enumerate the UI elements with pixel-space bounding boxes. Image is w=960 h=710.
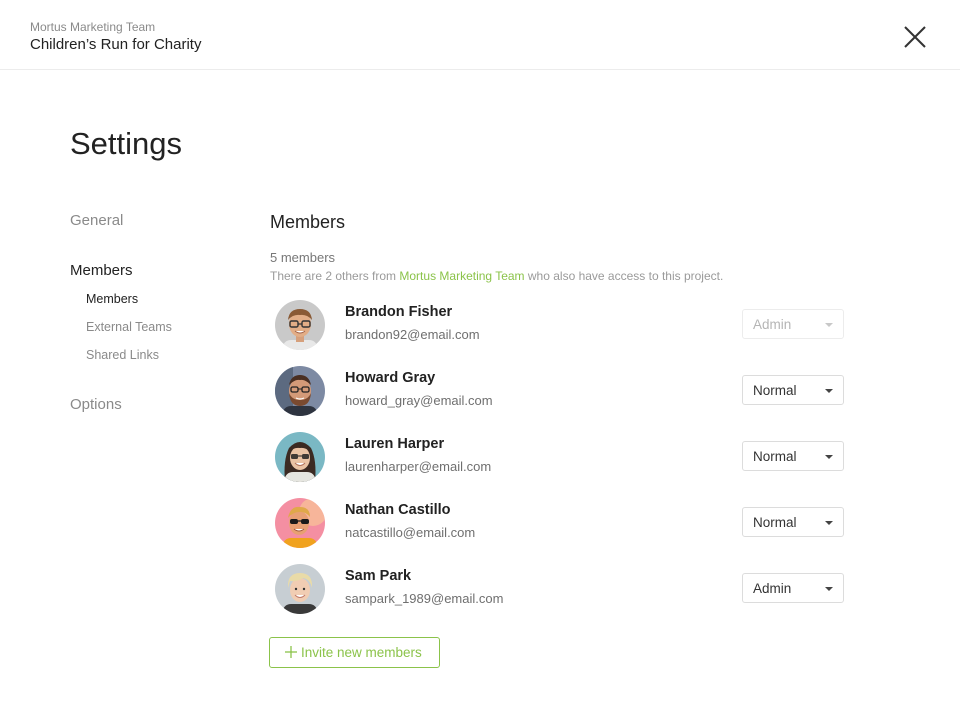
member-name: Lauren Harper — [345, 436, 445, 452]
chevron-down-icon — [825, 389, 833, 393]
avatar — [275, 432, 325, 482]
nav-subitem-members[interactable]: Members — [86, 292, 138, 306]
plus-icon — [285, 646, 297, 658]
access-note: There are 2 others from Mortus Marketing… — [270, 269, 723, 283]
member-row: Nathan Castillo natcastillo@email.com No… — [270, 498, 850, 554]
invite-label: Invite new members — [301, 645, 422, 660]
page-title: Settings — [70, 126, 183, 161]
chevron-down-icon — [825, 455, 833, 459]
role-select[interactable]: Admin — [742, 573, 844, 603]
member-name: Howard Gray — [345, 370, 436, 386]
role-select[interactable]: Normal — [742, 441, 844, 471]
team-link[interactable]: Mortus Marketing Team — [399, 269, 524, 283]
top-bar: Mortus Marketing Team Children’s Run for… — [0, 0, 960, 70]
member-email: brandon92@email.com — [345, 327, 480, 342]
member-name: Brandon Fisher — [345, 304, 453, 320]
member-name: Sam Park — [345, 568, 412, 584]
member-row: Brandon Fisher brandon92@email.com Admin — [270, 300, 850, 356]
nav-subitem-external-teams[interactable]: External Teams — [86, 320, 172, 334]
role-select[interactable]: Normal — [742, 507, 844, 537]
member-name: Nathan Castillo — [345, 502, 451, 518]
role-select[interactable]: Normal — [742, 375, 844, 405]
member-count: 5 members — [270, 250, 336, 265]
member-email: natcastillo@email.com — [345, 525, 476, 540]
project-name: Children’s Run for Charity — [30, 36, 202, 53]
access-note-prefix: There are 2 others from — [270, 269, 400, 283]
member-email: sampark_1989@email.com — [345, 591, 504, 606]
chevron-down-icon — [825, 323, 833, 327]
member-row: Lauren Harper laurenharper@email.com Nor… — [270, 432, 850, 488]
role-label: Normal — [753, 515, 797, 530]
role-label: Normal — [753, 449, 797, 464]
team-name: Mortus Marketing Team — [30, 20, 156, 34]
access-note-suffix: who also have access to this project. — [524, 269, 724, 283]
role-label: Admin — [753, 317, 792, 332]
invite-members-button[interactable]: Invite new members — [269, 637, 440, 668]
section-title: Members — [270, 212, 346, 232]
member-row: Sam Park sampark_1989@email.com Admin — [270, 564, 850, 620]
close-button[interactable] — [900, 22, 930, 52]
avatar — [275, 300, 325, 350]
role-select: Admin — [742, 309, 844, 339]
chevron-down-icon — [825, 587, 833, 591]
role-label: Admin — [753, 581, 792, 596]
avatar — [275, 498, 325, 548]
nav-item-options[interactable]: Options — [70, 396, 122, 413]
nav-item-general[interactable]: General — [70, 212, 123, 229]
avatar — [275, 564, 325, 614]
nav-subitem-shared-links[interactable]: Shared Links — [86, 348, 159, 362]
nav-item-members[interactable]: Members — [70, 262, 133, 279]
member-email: laurenharper@email.com — [345, 459, 492, 474]
chevron-down-icon — [825, 521, 833, 525]
avatar — [275, 366, 325, 416]
role-label: Normal — [753, 383, 797, 398]
member-email: howard_gray@email.com — [345, 393, 493, 408]
member-row: Howard Gray howard_gray@email.com Normal — [270, 366, 850, 422]
close-icon — [904, 26, 926, 48]
